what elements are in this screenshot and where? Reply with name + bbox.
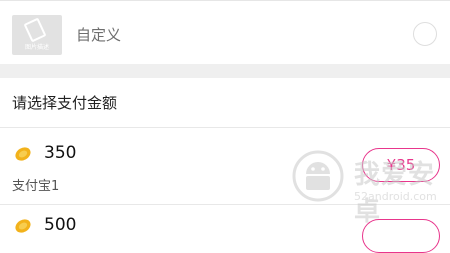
custom-label: 自定义 — [76, 26, 122, 44]
custom-amount-row[interactable]: 图片描述 自定义 — [0, 1, 450, 64]
coin-icon — [15, 219, 31, 233]
watermark-url: 52android.com — [354, 190, 437, 203]
thumbnail-caption: 图片描述 — [24, 44, 49, 51]
section-title: 请选择支付金额 — [12, 94, 118, 112]
coin-icon — [15, 147, 31, 161]
card-icon — [23, 17, 47, 43]
android-robot-icon — [292, 150, 344, 202]
custom-radio-button[interactable] — [413, 22, 437, 46]
amount-value: 350 — [44, 143, 77, 163]
watermark: 我爱安卓 52android.com — [292, 146, 442, 227]
custom-thumbnail: 图片描述 — [12, 15, 62, 55]
section-gap — [0, 64, 450, 78]
payment-label: 支付宝1 — [12, 179, 60, 194]
amount-value: 500 — [44, 215, 77, 235]
